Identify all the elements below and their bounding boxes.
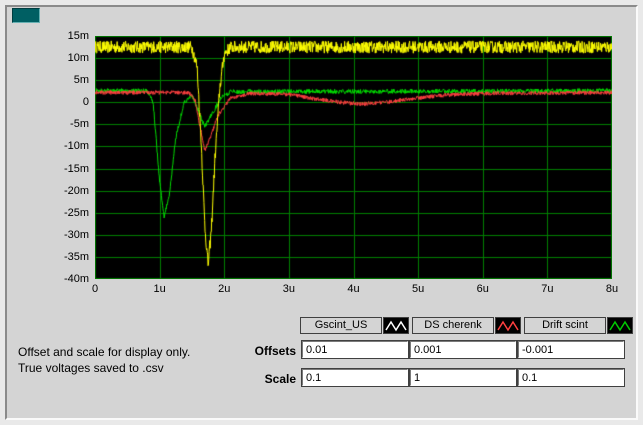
x-tick-label: 7u [527,283,567,296]
front-panel: 15m10m5m0-5m-10m-15m-20m-25m-30m-35m-40m… [0,0,643,425]
info-line-1: Offset and scale for display only. [18,344,190,360]
waveform-icon[interactable] [607,317,633,334]
offset-input-2[interactable] [410,341,516,358]
stop-button[interactable] [12,8,40,23]
x-tick-label: 0 [75,283,115,296]
legend-label: Gscint_US [300,317,382,334]
offset-input-3[interactable] [518,341,624,358]
scale-input-3[interactable] [518,369,624,386]
scale-label: Scale [230,372,296,386]
offset-input-1[interactable] [302,341,408,358]
y-tick-label: 15m [43,30,89,43]
legend-item-ds-cherenk[interactable]: DS cherenk [412,317,521,334]
y-tick-label: -5m [43,118,89,131]
info-text: Offset and scale for display only. True … [18,344,190,376]
legend-item-gscint-us[interactable]: Gscint_US [300,317,409,334]
waveform-icon[interactable] [383,317,409,334]
x-tick-label: 5u [398,283,438,296]
y-tick-label: 0 [43,96,89,109]
legend-item-drift-scint[interactable]: Drift scint [524,317,633,334]
x-tick-label: 3u [269,283,309,296]
plot-legend: Gscint_US DS cherenk Drift scint [300,317,636,334]
y-tick-label: -20m [43,185,89,198]
y-tick-label: 10m [43,52,89,65]
x-tick-label: 1u [140,283,180,296]
waveform-icon[interactable] [495,317,521,334]
waveform-graph [95,36,612,279]
y-tick-label: -35m [43,251,89,264]
y-tick-label: -15m [43,163,89,176]
x-tick-label: 2u [204,283,244,296]
y-tick-label: -10m [43,140,89,153]
y-tick-label: 5m [43,74,89,87]
legend-label: DS cherenk [412,317,494,334]
scale-input-1[interactable] [302,369,408,386]
x-tick-label: 6u [463,283,503,296]
scale-input-2[interactable] [410,369,516,386]
y-tick-label: -25m [43,207,89,220]
offsets-label: Offsets [230,344,296,358]
x-tick-label: 4u [334,283,374,296]
legend-label: Drift scint [524,317,606,334]
info-line-2: True voltages saved to .csv [18,360,190,376]
y-tick-label: -30m [43,229,89,242]
x-tick-label: 8u [592,283,632,296]
